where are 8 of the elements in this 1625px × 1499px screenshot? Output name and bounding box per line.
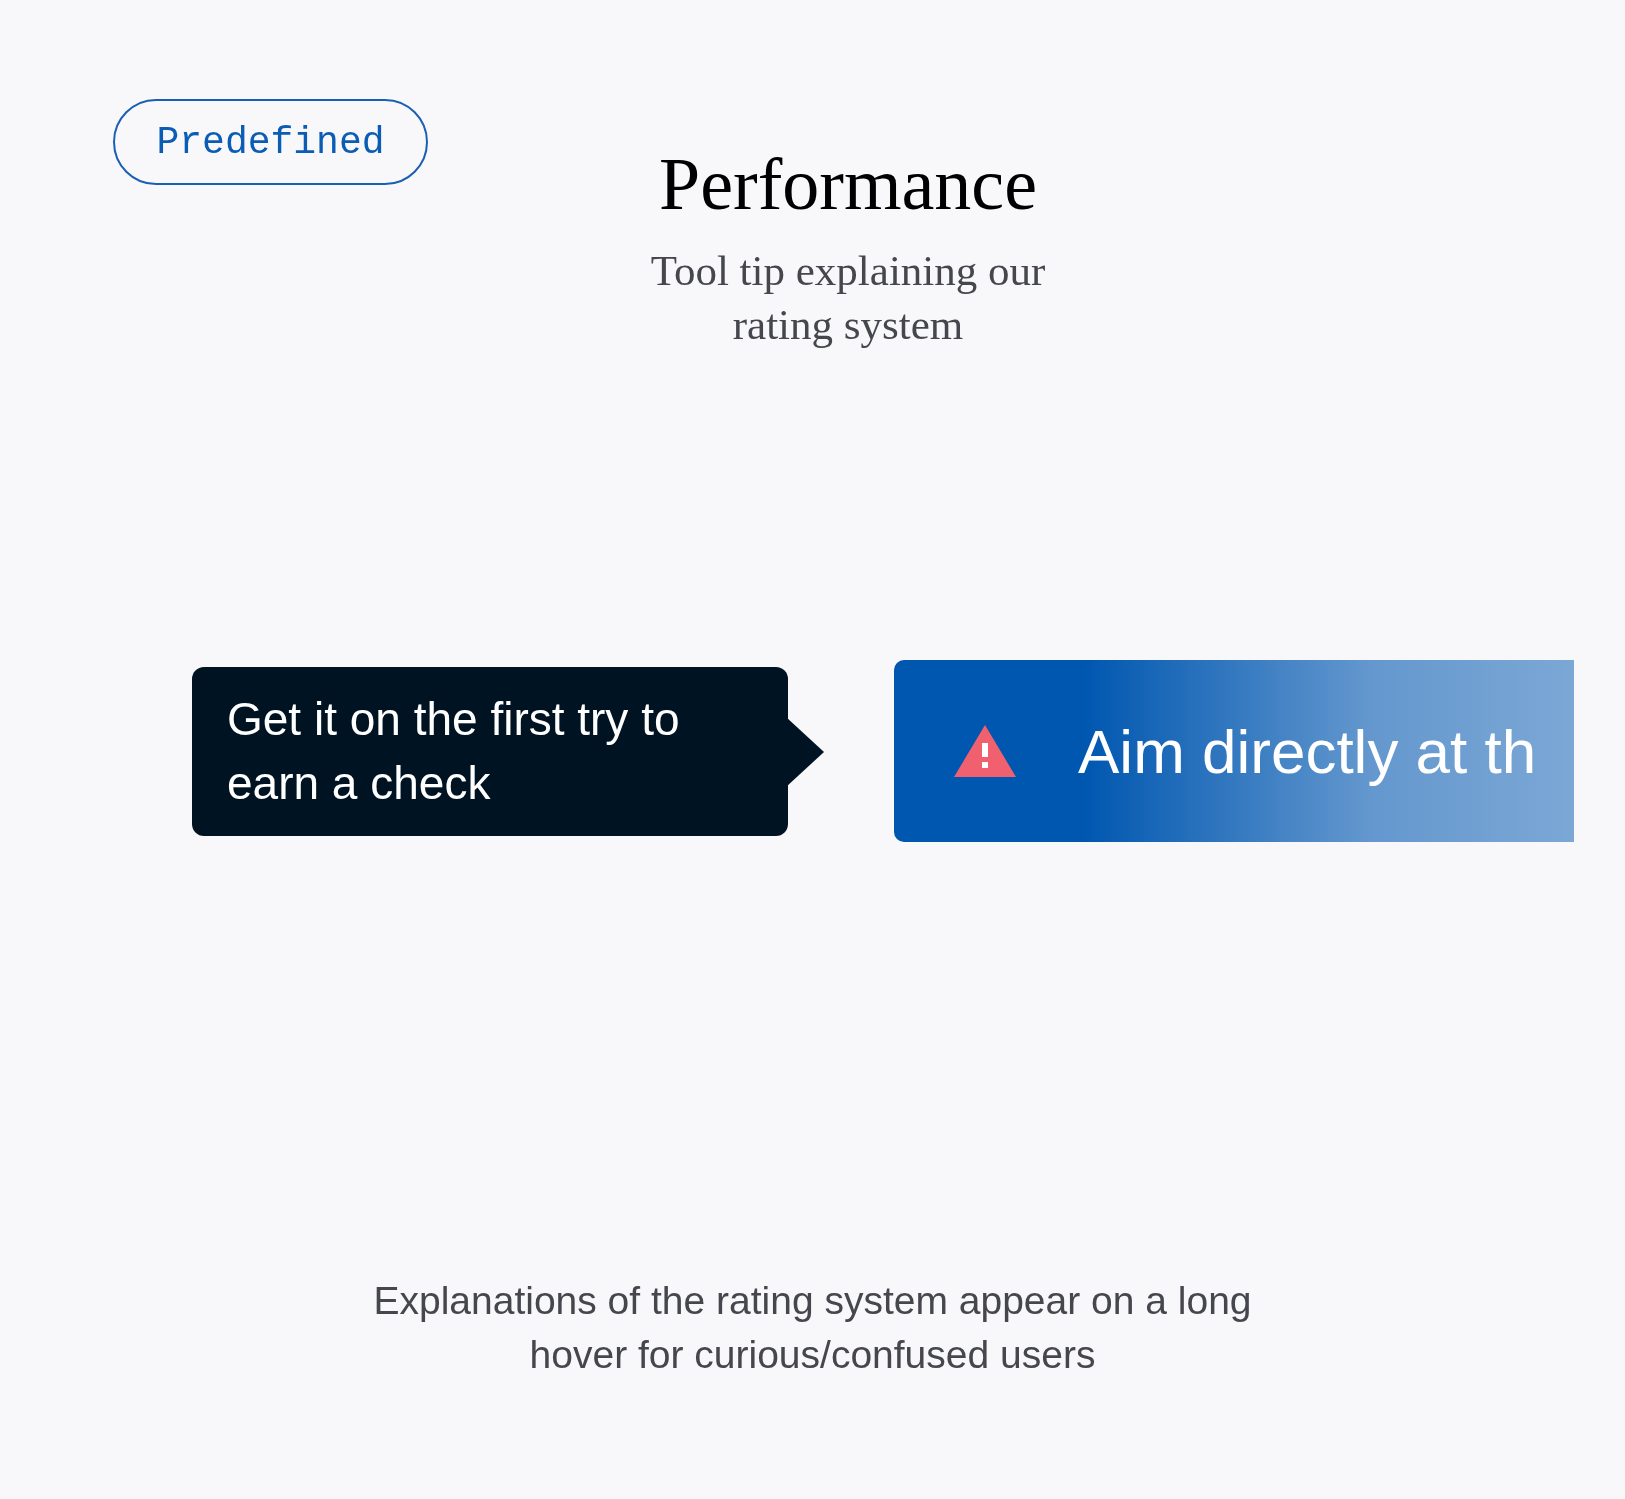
subtitle: Tool tip explaining our rating system (649, 246, 1047, 350)
tooltip: Get it on the first try to earn a check (192, 666, 788, 836)
page-title: Performance (659, 144, 1037, 224)
warning-icon (954, 725, 1016, 777)
tooltip-pointer-icon (786, 716, 826, 787)
caption: Explanations of the rating system appear on a long hover for curious/confused users (372, 1278, 1253, 1378)
banner-text: Aim directly at th (1078, 715, 1537, 788)
badge: Predefined (113, 99, 428, 185)
